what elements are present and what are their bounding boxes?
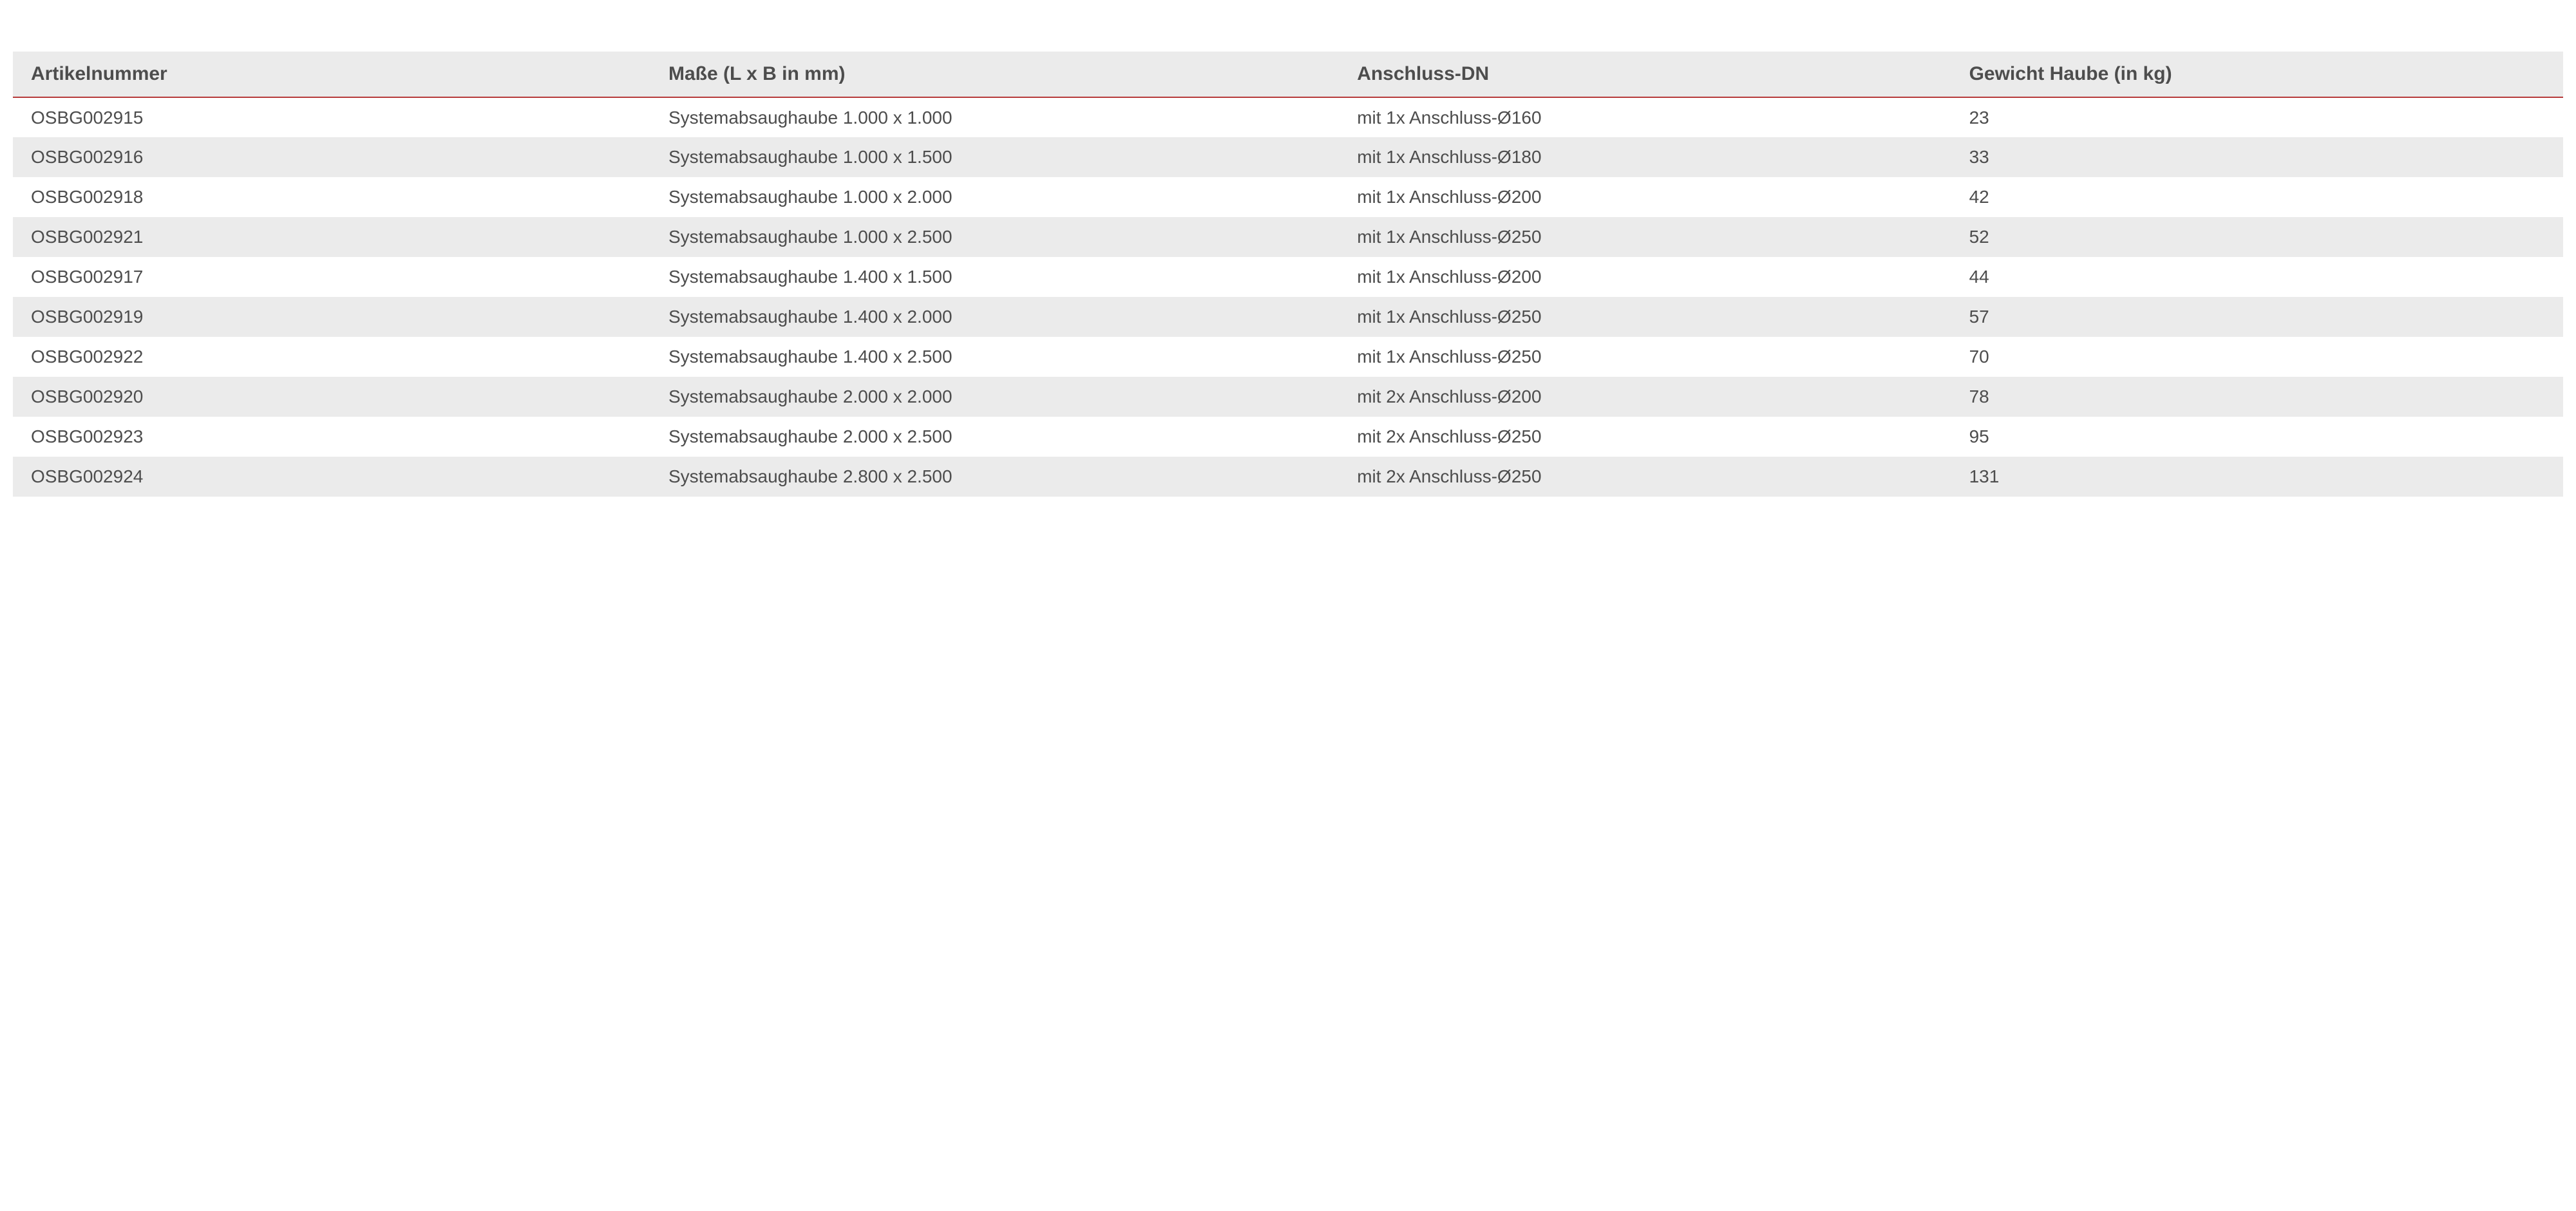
table-row: OSBG002920 Systemabsaughaube 2.000 x 2.0… <box>13 377 2563 417</box>
table-row: OSBG002917 Systemabsaughaube 1.400 x 1.5… <box>13 257 2563 297</box>
cell-masse: Systemabsaughaube 1.400 x 1.500 <box>650 257 1339 297</box>
cell-artikelnummer: OSBG002919 <box>13 297 650 337</box>
cell-artikelnummer: OSBG002920 <box>13 377 650 417</box>
cell-gewicht: 70 <box>1951 337 2563 377</box>
table-row: OSBG002915 Systemabsaughaube 1.000 x 1.0… <box>13 97 2563 137</box>
table-row: OSBG002924 Systemabsaughaube 2.800 x 2.5… <box>13 457 2563 497</box>
cell-gewicht: 23 <box>1951 97 2563 137</box>
cell-anschluss: mit 1x Anschluss-Ø250 <box>1339 337 1951 377</box>
cell-anschluss: mit 2x Anschluss-Ø250 <box>1339 457 1951 497</box>
cell-artikelnummer: OSBG002922 <box>13 337 650 377</box>
cell-gewicht: 78 <box>1951 377 2563 417</box>
cell-gewicht: 57 <box>1951 297 2563 337</box>
cell-anschluss: mit 1x Anschluss-Ø250 <box>1339 217 1951 257</box>
cell-anschluss: mit 1x Anschluss-Ø250 <box>1339 297 1951 337</box>
table-row: OSBG002921 Systemabsaughaube 1.000 x 2.5… <box>13 217 2563 257</box>
cell-gewicht: 42 <box>1951 177 2563 217</box>
cell-gewicht: 95 <box>1951 417 2563 457</box>
table-row: OSBG002923 Systemabsaughaube 2.000 x 2.5… <box>13 417 2563 457</box>
product-table: Artikelnummer Maße (L x B in mm) Anschlu… <box>13 52 2563 497</box>
cell-masse: Systemabsaughaube 1.000 x 2.000 <box>650 177 1339 217</box>
table-row: OSBG002919 Systemabsaughaube 1.400 x 2.0… <box>13 297 2563 337</box>
cell-artikelnummer: OSBG002923 <box>13 417 650 457</box>
cell-masse: Systemabsaughaube 2.000 x 2.500 <box>650 417 1339 457</box>
table-row: OSBG002916 Systemabsaughaube 1.000 x 1.5… <box>13 137 2563 177</box>
cell-anschluss: mit 1x Anschluss-Ø160 <box>1339 97 1951 137</box>
cell-masse: Systemabsaughaube 2.800 x 2.500 <box>650 457 1339 497</box>
table-row: OSBG002918 Systemabsaughaube 1.000 x 2.0… <box>13 177 2563 217</box>
cell-gewicht: 131 <box>1951 457 2563 497</box>
cell-anschluss: mit 1x Anschluss-Ø200 <box>1339 257 1951 297</box>
cell-artikelnummer: OSBG002915 <box>13 97 650 137</box>
cell-artikelnummer: OSBG002916 <box>13 137 650 177</box>
cell-masse: Systemabsaughaube 1.000 x 1.000 <box>650 97 1339 137</box>
cell-masse: Systemabsaughaube 1.400 x 2.000 <box>650 297 1339 337</box>
cell-masse: Systemabsaughaube 1.400 x 2.500 <box>650 337 1339 377</box>
cell-gewicht: 52 <box>1951 217 2563 257</box>
cell-masse: Systemabsaughaube 2.000 x 2.000 <box>650 377 1339 417</box>
cell-anschluss: mit 1x Anschluss-Ø180 <box>1339 137 1951 177</box>
table-row: OSBG002922 Systemabsaughaube 1.400 x 2.5… <box>13 337 2563 377</box>
cell-gewicht: 44 <box>1951 257 2563 297</box>
table-header-row: Artikelnummer Maße (L x B in mm) Anschlu… <box>13 52 2563 97</box>
cell-artikelnummer: OSBG002918 <box>13 177 650 217</box>
cell-masse: Systemabsaughaube 1.000 x 1.500 <box>650 137 1339 177</box>
cell-gewicht: 33 <box>1951 137 2563 177</box>
cell-artikelnummer: OSBG002924 <box>13 457 650 497</box>
header-anschluss: Anschluss-DN <box>1339 52 1951 97</box>
cell-masse: Systemabsaughaube 1.000 x 2.500 <box>650 217 1339 257</box>
header-gewicht: Gewicht Haube (in kg) <box>1951 52 2563 97</box>
cell-artikelnummer: OSBG002921 <box>13 217 650 257</box>
cell-anschluss: mit 1x Anschluss-Ø200 <box>1339 177 1951 217</box>
cell-anschluss: mit 2x Anschluss-Ø250 <box>1339 417 1951 457</box>
table-body: OSBG002915 Systemabsaughaube 1.000 x 1.0… <box>13 97 2563 497</box>
cell-anschluss: mit 2x Anschluss-Ø200 <box>1339 377 1951 417</box>
header-artikelnummer: Artikelnummer <box>13 52 650 97</box>
cell-artikelnummer: OSBG002917 <box>13 257 650 297</box>
header-masse: Maße (L x B in mm) <box>650 52 1339 97</box>
